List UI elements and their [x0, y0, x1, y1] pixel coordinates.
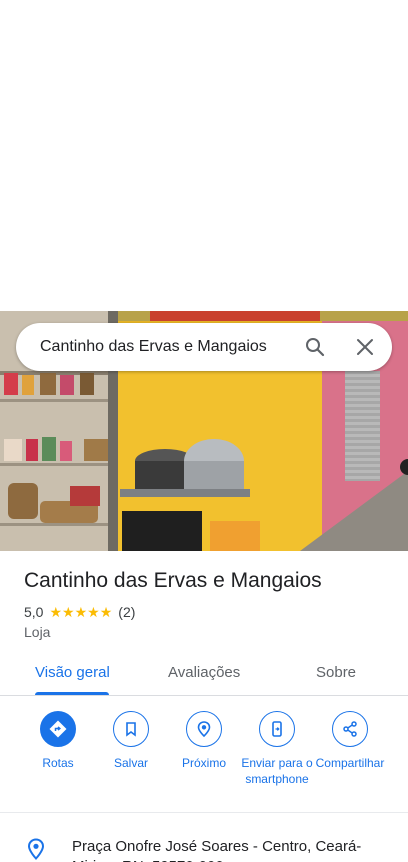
location-pin-icon — [27, 838, 45, 860]
star-icon: ★ — [99, 604, 113, 620]
tab-bar: Visão geral Avaliações Sobre — [0, 650, 408, 696]
send-to-phone-label: Enviar para o smartphone — [241, 756, 313, 786]
directions-circle — [40, 711, 76, 747]
star-icon: ★ — [74, 604, 88, 620]
rating-value: 5,0 — [24, 604, 44, 620]
address-text: Praça Onofre José Soares - Centro, Ceará… — [72, 838, 362, 862]
star-icon: ★ — [62, 604, 75, 620]
review-count[interactable]: (2) — [118, 604, 135, 620]
search-input[interactable]: Cantinho das Ervas e Mangaios — [40, 338, 267, 356]
nearby-icon — [197, 721, 211, 738]
bookmark-icon — [126, 722, 136, 737]
place-category: Loja — [24, 624, 51, 640]
rating-row[interactable]: 5,0 ★ ★ ★ ★ ★ (2) — [24, 603, 135, 621]
share-button[interactable]: Compartilhar — [310, 711, 390, 771]
send-to-phone-icon — [272, 721, 282, 737]
address-row[interactable]: Praça Onofre José Soares - Centro, Ceará… — [0, 813, 408, 862]
action-bar: Rotas Salvar Próximo Enviar para o smart… — [0, 696, 408, 813]
share-icon — [343, 721, 357, 737]
save-label: Salvar — [113, 756, 148, 770]
star-icon: ★ — [49, 604, 63, 620]
tab-overview[interactable]: Visão geral — [35, 664, 110, 681]
nearby-circle — [186, 711, 222, 747]
search-icon[interactable] — [303, 335, 327, 359]
save-circle — [113, 711, 149, 747]
send-to-phone-circle — [259, 711, 295, 747]
search-bar[interactable]: Cantinho das Ervas e Mangaios — [16, 323, 392, 371]
map-blank-area — [0, 0, 408, 311]
share-circle — [332, 711, 368, 747]
tab-about[interactable]: Sobre — [316, 664, 356, 681]
tab-reviews[interactable]: Avaliações — [168, 664, 240, 681]
nearby-label: Próximo — [181, 756, 226, 770]
directions-icon — [49, 720, 67, 738]
save-button[interactable]: Salvar — [91, 711, 171, 771]
directions-label: Rotas — [42, 756, 74, 770]
star-icon: ★ — [87, 604, 100, 620]
star-rating: ★ ★ ★ ★ ★ — [49, 605, 112, 619]
send-to-phone-button[interactable]: Enviar para o smartphone — [237, 711, 317, 787]
close-icon[interactable] — [353, 335, 377, 359]
active-tab-indicator — [35, 692, 109, 695]
share-label: Compartilhar — [315, 756, 385, 770]
place-title: Cantinho das Ervas e Mangaios — [24, 569, 322, 592]
nearby-button[interactable]: Próximo — [164, 711, 244, 771]
directions-button[interactable]: Rotas — [18, 711, 98, 771]
